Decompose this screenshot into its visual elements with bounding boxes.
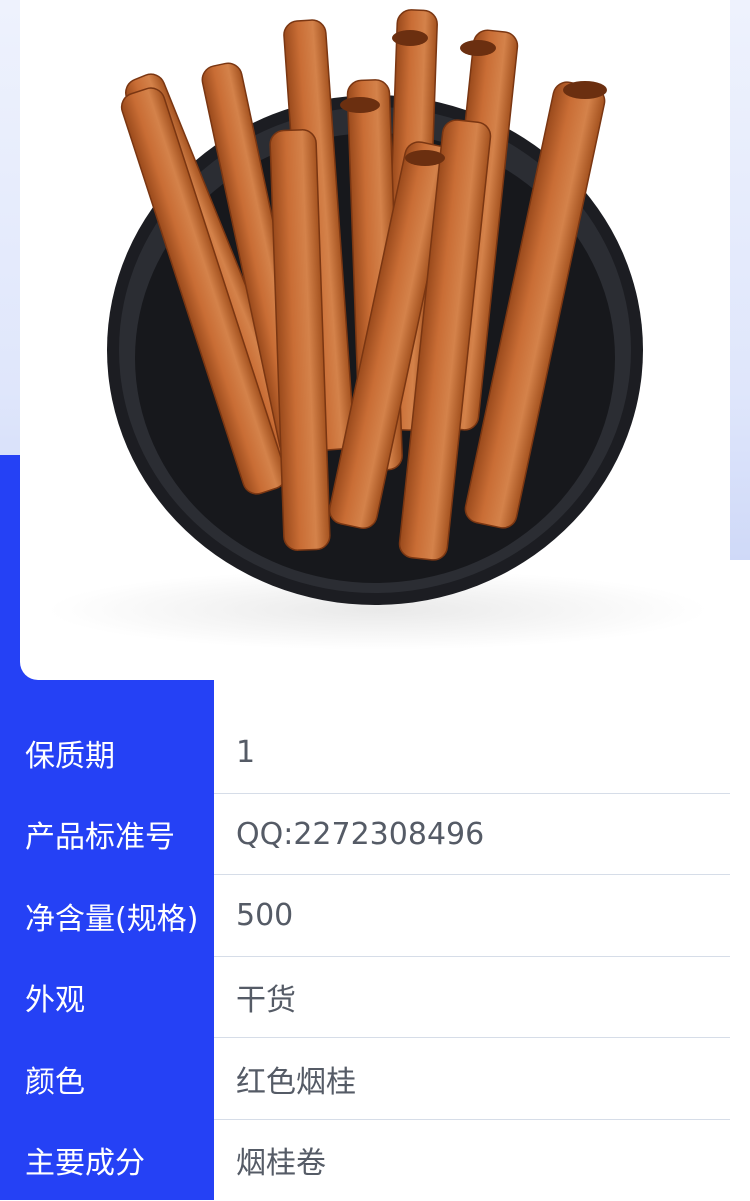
spec-label: 保质期 [25, 712, 210, 794]
spec-value: 500 [236, 875, 716, 957]
spec-row: 外观 干货 [0, 957, 750, 1039]
spec-label: 颜色 [25, 1038, 210, 1120]
product-card [20, 0, 730, 680]
spec-label: 净含量(规格) [25, 875, 210, 957]
spec-value: 红色烟桂 [236, 1038, 716, 1120]
spec-label: 主要成分 [25, 1120, 210, 1201]
spec-value: 烟桂卷 [236, 1120, 716, 1201]
spec-row: 颜色 红色烟桂 [0, 1038, 750, 1120]
spec-value: 1 [236, 712, 716, 794]
spec-label: 产品标准号 [25, 794, 210, 876]
product-image [20, 0, 730, 680]
spec-value: QQ:2272308496 [236, 794, 716, 876]
spec-row: 保质期 1 [0, 712, 750, 794]
specs-table: 保质期 1 产品标准号 QQ:2272308496 净含量(规格) 500 外观… [0, 712, 750, 1201]
spec-row: 净含量(规格) 500 [0, 875, 750, 957]
spec-label: 外观 [25, 957, 210, 1039]
spec-row: 产品标准号 QQ:2272308496 [0, 794, 750, 876]
spec-row: 主要成分 烟桂卷 [0, 1120, 750, 1201]
spec-value: 干货 [236, 957, 716, 1039]
